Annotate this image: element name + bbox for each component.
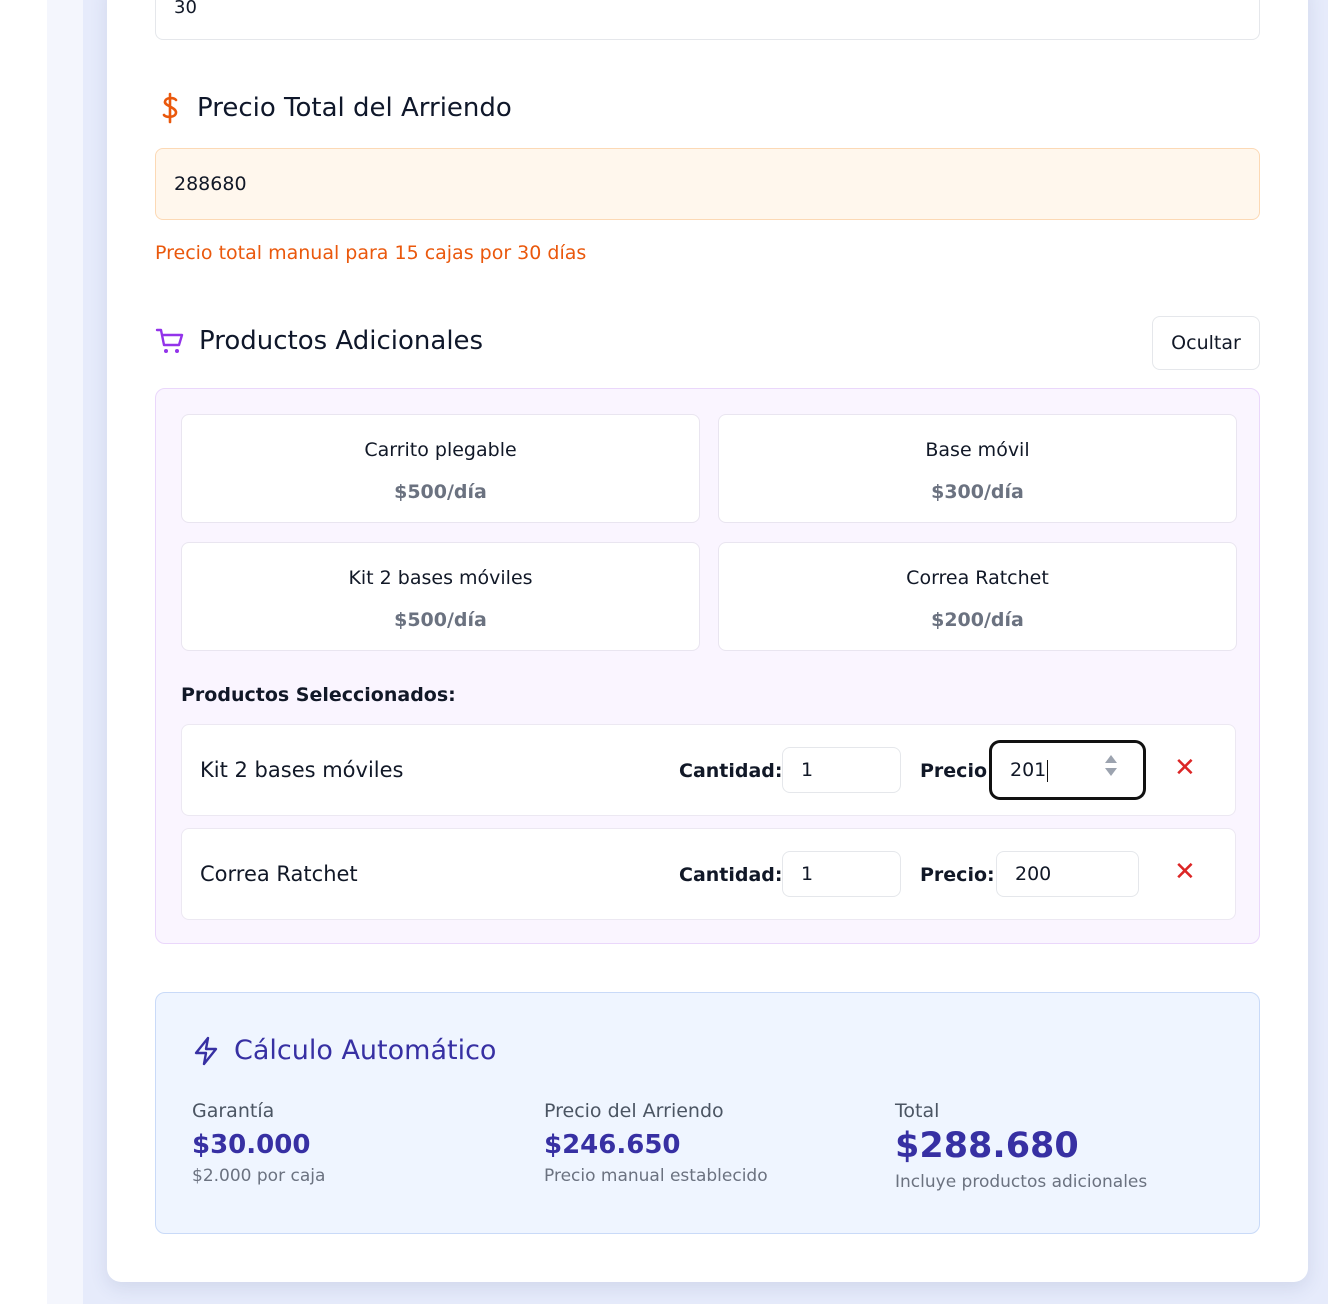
product-name: Correa Ratchet [906, 567, 1049, 589]
quantity-label: Cantidad: [679, 864, 783, 886]
product-name: Kit 2 bases móviles [348, 567, 533, 589]
number-spinner[interactable] [1105, 755, 1117, 781]
total-sub: Incluye productos adicionales [895, 1172, 1148, 1192]
product-price: $300/día [931, 481, 1024, 503]
total-price-title: Precio Total del Arriendo [197, 93, 512, 123]
product-card-carrito-plegable[interactable]: Carrito plegable $500/día [181, 414, 700, 523]
product-card-base-movil[interactable]: Base móvil $300/día [718, 414, 1237, 523]
spinner-up-icon[interactable] [1105, 755, 1117, 763]
dollar-icon [162, 92, 178, 124]
additional-products-heading: Productos Adicionales [155, 326, 483, 356]
products-panel: Carrito plegable $500/día Base móvil $30… [155, 388, 1260, 944]
selected-product-row: Correa Ratchet Cantidad: 1 Precio: 200 ✕ [181, 828, 1236, 920]
selected-product-row: Kit 2 bases móviles Cantidad: 1 Precio: … [181, 724, 1236, 816]
shopping-cart-icon [155, 328, 184, 353]
price-value: 200 [1015, 863, 1052, 885]
rent-sub: Precio manual establecido [544, 1166, 768, 1186]
price-input[interactable]: 201 [990, 741, 1145, 799]
rent-label: Precio del Arriendo [544, 1100, 724, 1122]
total-label: Total [895, 1100, 940, 1122]
product-name: Base móvil [925, 439, 1030, 461]
guarantee-summary: Garantía $30.000 $2.000 por caja [192, 1100, 325, 1186]
quantity-label: Cantidad: [679, 760, 783, 782]
product-price: $200/día [931, 609, 1024, 631]
price-label: Precio: [920, 864, 995, 886]
total-price-value: 288680 [174, 173, 247, 195]
product-price: $500/día [394, 481, 487, 503]
total-value: $288.680 [895, 1126, 1079, 1166]
selected-product-name: Correa Ratchet [200, 862, 358, 886]
price-label: Precio: [920, 760, 995, 782]
left-background-strip [47, 0, 83, 1304]
guarantee-sub: $2.000 por caja [192, 1166, 326, 1186]
rent-summary: Precio del Arriendo $246.650 Precio manu… [544, 1100, 768, 1186]
total-price-note: Precio total manual para 15 cajas por 30… [155, 242, 587, 264]
days-input[interactable]: 30 [155, 0, 1260, 40]
hide-products-button[interactable]: Ocultar [1152, 316, 1260, 370]
auto-calc-title: Cálculo Automático [234, 1035, 497, 1066]
spinner-down-icon[interactable] [1105, 768, 1117, 776]
rent-value: $246.650 [544, 1130, 681, 1160]
guarantee-label: Garantía [192, 1100, 275, 1122]
total-summary: Total $288.680 Incluye productos adicion… [895, 1100, 1147, 1192]
product-card-correa-ratchet[interactable]: Correa Ratchet $200/día [718, 542, 1237, 651]
price-input[interactable]: 200 [996, 851, 1139, 897]
quantity-value: 1 [801, 759, 814, 781]
lightning-icon [194, 1036, 218, 1065]
quantity-value: 1 [801, 863, 814, 885]
additional-products-title: Productos Adicionales [199, 326, 484, 356]
total-price-input[interactable]: 288680 [155, 148, 1260, 220]
left-background [0, 0, 47, 1304]
quantity-input[interactable]: 1 [782, 747, 901, 793]
selected-products-title: Productos Seleccionados: [181, 684, 456, 706]
quantity-input[interactable]: 1 [782, 851, 901, 897]
product-name: Carrito plegable [364, 439, 517, 461]
auto-calc-panel: Cálculo Automático Garantía $30.000 $2.0… [155, 992, 1260, 1234]
total-price-heading: Precio Total del Arriendo [157, 92, 512, 124]
price-value: 201 [1010, 759, 1047, 781]
auto-calc-heading: Cálculo Automático [192, 1035, 496, 1066]
remove-product-icon[interactable]: ✕ [1174, 859, 1196, 885]
guarantee-value: $30.000 [192, 1130, 311, 1160]
product-price: $500/día [394, 609, 487, 631]
text-caret [1047, 759, 1049, 782]
product-card-kit-2-bases[interactable]: Kit 2 bases móviles $500/día [181, 542, 700, 651]
selected-product-name: Kit 2 bases móviles [200, 758, 404, 782]
remove-product-icon[interactable]: ✕ [1174, 755, 1196, 781]
days-input-value: 30 [174, 0, 197, 18]
